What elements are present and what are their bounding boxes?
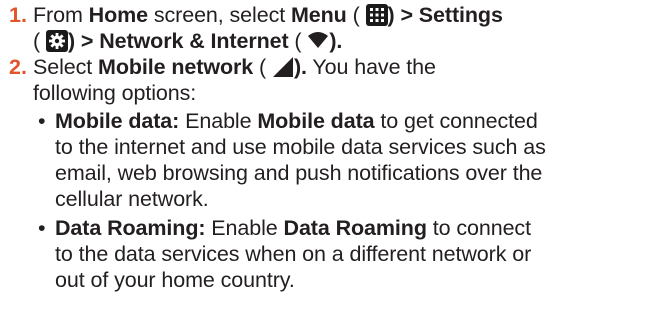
mobile-data-line-1: Mobile data: Enable Mobile data to get c… [55,109,538,133]
mobile-data-line-4: cellular network. [55,187,209,211]
mobile-data-line-2: to the internet and use mobile data serv… [55,135,546,159]
mobile-signal-icon [272,57,293,77]
data-roaming-line-2: to the data services when on a different… [55,242,532,266]
step-2-line-1: Select Mobile network ( ). You have the [33,55,436,79]
menu-grid-icon [365,4,388,26]
mobile-network-label: Mobile network [98,55,254,79]
option-title: Mobile data: [55,109,180,133]
home-label: Home [88,3,148,27]
settings-gear-icon [45,30,68,52]
step-1-line-2: ( ) > Network & Internet ( ). [33,29,343,53]
step-1-line-1: From Home screen, select Menu ( ) > Sett… [33,3,503,27]
option-title: Data Roaming: [55,216,206,240]
data-roaming-line-1: Data Roaming: Enable Data Roaming to con… [55,216,531,240]
wifi-icon [308,32,329,48]
mobile-data-line-3: email, web browsing and push notificatio… [55,161,543,185]
menu-label: Menu [290,3,347,27]
data-roaming-line-3: out of your home country. [55,268,295,292]
bullet: • [38,216,46,240]
bullet: • [38,109,46,133]
step-2-line-2: following options: [33,81,197,105]
step-2-number: 2. [9,55,27,79]
instructions-document: 1. From Home screen, select Menu ( ) > S… [0,0,658,329]
step-1-number: 1. [9,3,27,27]
